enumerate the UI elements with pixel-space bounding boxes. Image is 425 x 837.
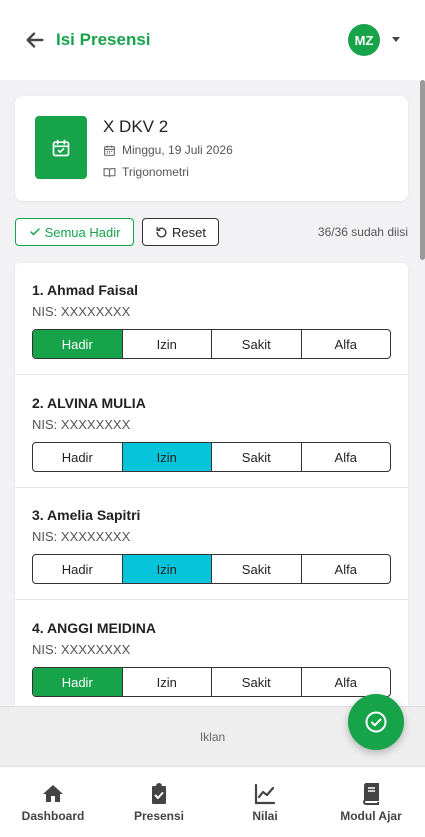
option-hadir[interactable]: Hadir	[33, 330, 123, 358]
student-nis: NIS: XXXXXXXX	[32, 529, 131, 544]
page-title: Isi Presensi	[56, 30, 151, 49]
nav-label: Modul Ajar	[340, 809, 402, 823]
option-hadir[interactable]: Hadir	[33, 443, 123, 471]
option-alfa[interactable]: Alfa	[302, 330, 391, 358]
list-item: 2. ALVINA MULIA NIS: XXXXXXXX Hadir Izin…	[15, 376, 408, 488]
scrollbar[interactable]	[420, 80, 425, 260]
submit-attendance-button[interactable]	[348, 694, 404, 750]
option-izin[interactable]: Izin	[123, 668, 212, 696]
attendance-selector: Hadir Izin Sakit Alfa	[32, 442, 391, 472]
filled-status: 36/36 sudah diisi	[317, 225, 408, 239]
student-nis: NIS: XXXXXXXX	[32, 304, 131, 319]
list-item: 4. ANGGI MEIDINA NIS: XXXXXXXX Hadir Izi…	[15, 601, 408, 713]
bottom-nav: Dashboard Presensi Nilai Modul Ajar	[0, 766, 425, 837]
class-subject: Trigonometri	[103, 165, 189, 179]
calendar-icon	[104, 145, 115, 156]
attendance-selector: Hadir Izin Sakit Alfa	[32, 667, 391, 697]
option-sakit[interactable]: Sakit	[212, 330, 302, 358]
student-nis: NIS: XXXXXXXX	[32, 642, 131, 657]
option-alfa[interactable]: Alfa	[302, 443, 391, 471]
attendance-selector: Hadir Izin Sakit Alfa	[32, 329, 391, 359]
avatar[interactable]: MZ	[348, 24, 380, 56]
mark-all-label: Semua Hadir	[44, 224, 121, 240]
student-name: 4. ANGGI MEIDINA	[32, 620, 156, 636]
student-name: 3. Amelia Sapitri	[32, 507, 141, 523]
student-name: 2. ALVINA MULIA	[32, 395, 146, 411]
option-alfa[interactable]: Alfa	[302, 555, 391, 583]
nav-label: Presensi	[133, 809, 185, 823]
app-header: Isi Presensi MZ	[0, 0, 425, 80]
class-info-card: X DKV 2 Minggu, 19 Juli 2026 Trigonometr…	[15, 96, 408, 201]
student-list: 1. Ahmad Faisal NIS: XXXXXXXX Hadir Izin…	[15, 263, 408, 743]
option-sakit[interactable]: Sakit	[212, 668, 302, 696]
nav-item-nilai[interactable]: Nilai	[212, 767, 318, 837]
class-subject-text: Trigonometri	[122, 165, 189, 179]
class-date-text: Minggu, 19 Juli 2026	[122, 143, 233, 157]
nav-item-dashboard[interactable]: Dashboard	[0, 767, 106, 837]
check-circle-icon	[365, 711, 387, 733]
student-name: 1. Ahmad Faisal	[32, 282, 139, 298]
nav-item-modul-ajar[interactable]: Modul Ajar	[318, 767, 424, 837]
reset-button[interactable]: Reset	[142, 218, 219, 246]
student-nis: NIS: XXXXXXXX	[32, 417, 131, 432]
option-izin[interactable]: Izin	[122, 555, 212, 583]
check-icon	[29, 228, 40, 236]
option-sakit[interactable]: Sakit	[212, 555, 302, 583]
option-alfa[interactable]: Alfa	[302, 668, 391, 696]
option-sakit[interactable]: Sakit	[212, 443, 302, 471]
calendar-check-icon	[35, 116, 87, 179]
class-name: X DKV 2	[103, 117, 169, 136]
caret-down-icon[interactable]	[392, 37, 400, 42]
book-icon	[363, 783, 379, 805]
reset-label: Reset	[172, 224, 206, 240]
nav-label: Nilai	[252, 809, 278, 823]
nav-label: Dashboard	[21, 809, 85, 823]
option-izin[interactable]: Izin	[122, 443, 212, 471]
reset-icon	[156, 226, 167, 237]
list-item: 1. Ahmad Faisal NIS: XXXXXXXX Hadir Izin…	[15, 263, 408, 375]
option-hadir[interactable]: Hadir	[33, 668, 123, 696]
home-icon	[43, 785, 63, 802]
class-date: Minggu, 19 Juli 2026	[103, 143, 233, 157]
attendance-selector: Hadir Izin Sakit Alfa	[32, 554, 391, 584]
book-open-icon	[103, 167, 116, 177]
chart-line-icon	[254, 783, 276, 805]
clipboard-check-icon	[152, 783, 166, 804]
list-item: 3. Amelia Sapitri NIS: XXXXXXXX Hadir Iz…	[15, 488, 408, 600]
nav-item-presensi[interactable]: Presensi	[106, 767, 212, 837]
option-hadir[interactable]: Hadir	[33, 555, 123, 583]
mark-all-present-button[interactable]: Semua Hadir	[15, 218, 134, 246]
option-izin[interactable]: Izin	[123, 330, 212, 358]
back-arrow-icon[interactable]	[24, 29, 46, 51]
